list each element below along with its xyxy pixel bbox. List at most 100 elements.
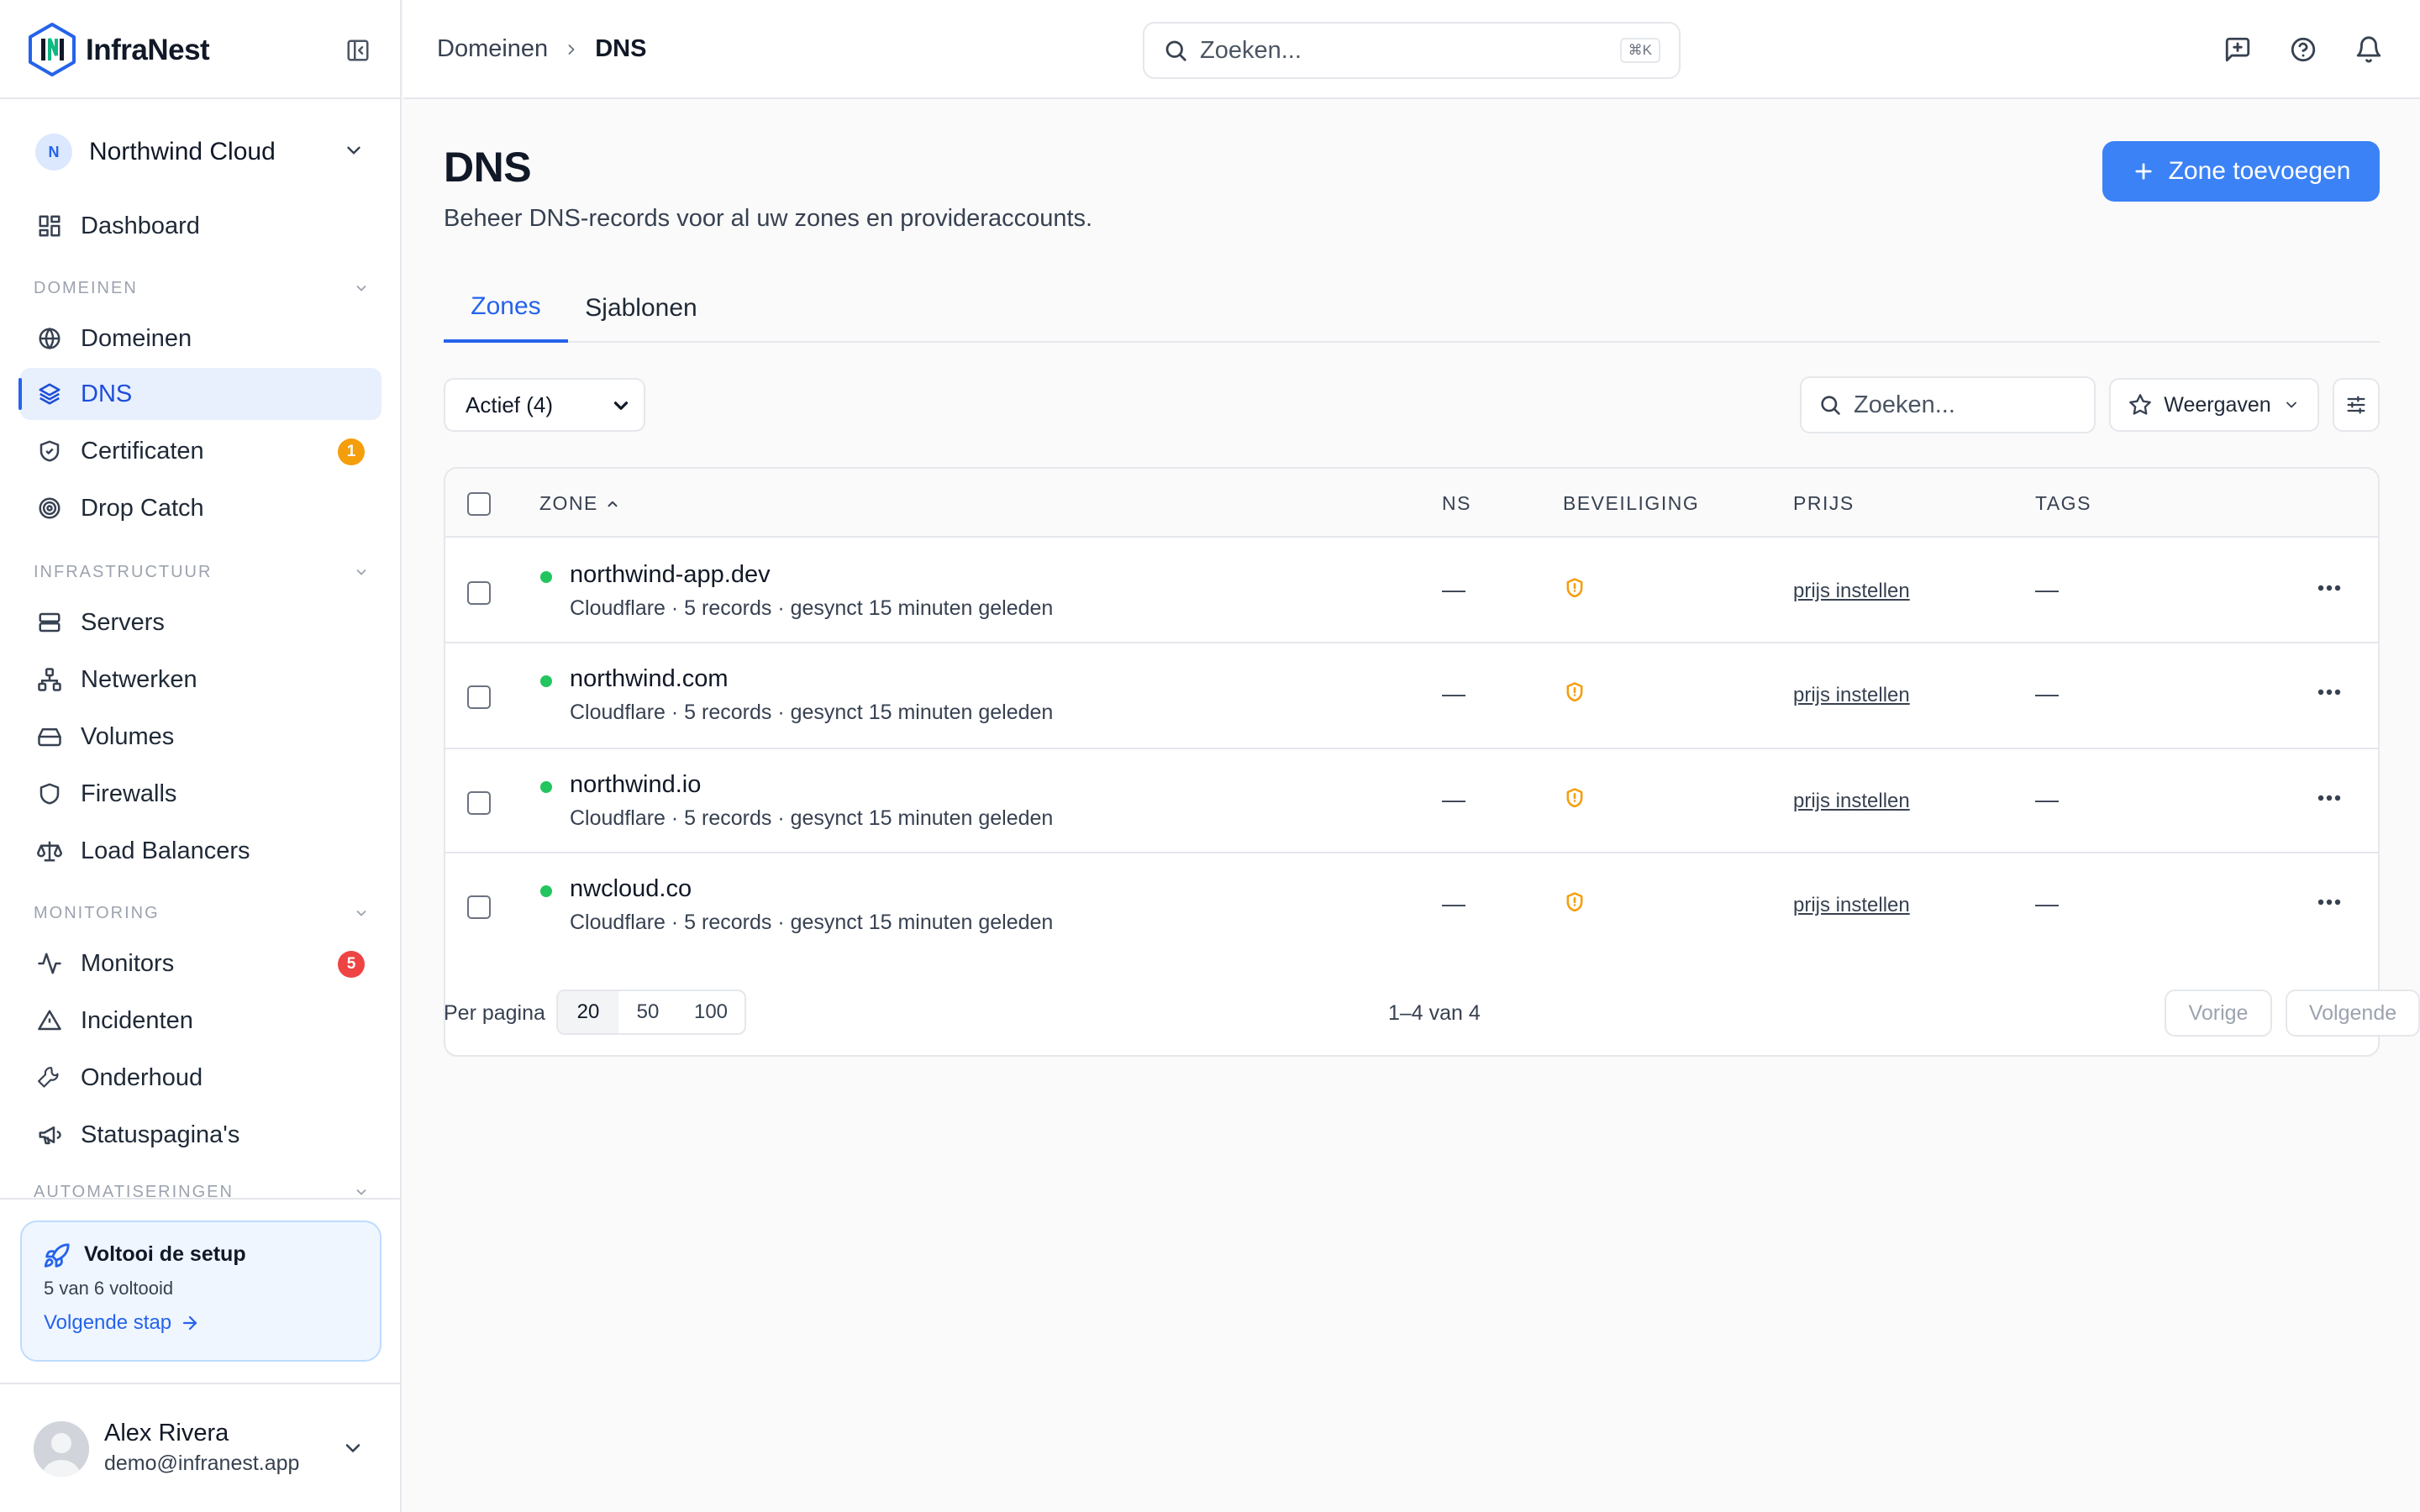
column-header-zone[interactable]: ZONE [539, 492, 620, 515]
setup-card[interactable]: Voltooi de setup 5 van 6 voltooid Volgen… [20, 1221, 381, 1362]
sidebar-item-firewalls[interactable]: Firewalls [20, 768, 381, 820]
per-page-option-20[interactable]: 20 [558, 991, 618, 1033]
sidebar-item-volumes[interactable]: Volumes [20, 711, 381, 763]
status-active-dot [540, 781, 552, 793]
nav-section-monitoring[interactable]: MONITORING [34, 900, 370, 926]
scale-icon [35, 837, 64, 865]
row-checkbox[interactable] [467, 581, 491, 605]
setup-next-link[interactable]: Volgende stap [44, 1311, 200, 1335]
set-price-link[interactable]: prijs instellen [1793, 894, 1910, 917]
set-price-link[interactable]: prijs instellen [1793, 684, 1910, 707]
shield-alert-icon[interactable] [1563, 890, 1586, 918]
chevron-down-icon [356, 910, 366, 916]
next-page-button[interactable]: Volgende [2286, 990, 2420, 1037]
sidebar-item-label: Drop Catch [81, 494, 204, 522]
sidebar-item-servers[interactable]: Servers [20, 596, 381, 648]
zone-name[interactable]: nwcloud.co [570, 875, 692, 903]
tab-label: Sjablonen [585, 294, 697, 322]
shortcut-hint: ⌘K [1619, 38, 1660, 63]
zone-name[interactable]: northwind.com [570, 665, 729, 693]
chevron-down-icon [610, 395, 632, 423]
add-zone-button[interactable]: Zone toevoegen [2102, 141, 2380, 202]
set-price-link[interactable]: prijs instellen [1793, 580, 1910, 603]
sidebar-item-netwerken[interactable]: Netwerken [20, 654, 381, 706]
table-header: ZONE NS BEVEILIGING PRIJS TAGS [445, 469, 2378, 538]
table-search-input[interactable] [1854, 391, 2081, 419]
shield-alert-icon[interactable] [1563, 576, 1586, 604]
column-header-beveiliging[interactable]: BEVEILIGING [1563, 492, 1699, 515]
shield-alert-icon[interactable] [1563, 786, 1586, 814]
sliders-icon [2347, 396, 2365, 414]
status-filter-select[interactable]: Actief (4) [444, 378, 645, 432]
org-name: Northwind Cloud [89, 138, 276, 165]
sidebar-collapse-icon[interactable] [339, 35, 376, 66]
sidebar-item-certificaten[interactable]: Certificaten 1 [20, 425, 381, 477]
views-button[interactable]: Weergaven [2109, 378, 2319, 432]
plus-icon [2135, 163, 2152, 180]
tab-zones[interactable]: Zones [444, 274, 568, 343]
sidebar-item-label: DNS [81, 380, 133, 407]
sidebar-item-monitors[interactable]: Monitors 5 [20, 937, 381, 990]
per-page-option-100[interactable]: 100 [677, 991, 744, 1033]
global-search[interactable]: ⌘K [1143, 22, 1681, 79]
shield-alert-icon[interactable] [1563, 680, 1586, 708]
user-name: Alex Rivera [104, 1420, 229, 1446]
row-checkbox[interactable] [467, 685, 491, 709]
org-switcher[interactable]: N Northwind Cloud [20, 126, 381, 178]
megaphone-icon [35, 1121, 64, 1149]
table-row[interactable]: northwind.com Cloudflare · 5 records · g… [445, 643, 2378, 749]
column-header-prijs[interactable]: PRIJS [1793, 492, 1854, 515]
row-checkbox[interactable] [467, 895, 491, 919]
search-icon [1818, 393, 1842, 417]
arrow-right-icon [183, 1315, 197, 1331]
sidebar-item-incidenten[interactable]: Incidenten [20, 995, 381, 1047]
tab-sjablonen[interactable]: Sjablonen [578, 274, 704, 343]
column-header-tags[interactable]: TAGS [2035, 492, 2091, 515]
zone-name[interactable]: northwind-app.dev [570, 561, 771, 589]
breadcrumb-dns: DNS [595, 35, 647, 62]
row-checkbox[interactable] [467, 791, 491, 815]
nav-section-infrastructuur[interactable]: INFRASTRUCTUUR [34, 559, 370, 585]
sidebar-item-dns[interactable]: DNS [18, 368, 381, 420]
column-settings-button[interactable] [2333, 378, 2380, 432]
sidebar-item-onderhoud[interactable]: Onderhoud [20, 1052, 381, 1104]
user-menu[interactable]: Alex Rivera demo@infranest.app [0, 1383, 402, 1512]
table-row[interactable]: northwind-app.dev Cloudflare · 5 records… [445, 539, 2378, 643]
sidebar-item-statuspaginas[interactable]: Statuspagina's [20, 1109, 381, 1161]
more-actions-icon[interactable] [2312, 892, 2346, 912]
avatar [34, 1421, 89, 1477]
more-actions-icon[interactable] [2312, 578, 2346, 598]
column-header-ns[interactable]: NS [1442, 492, 1471, 515]
sidebar-item-dashboard[interactable]: Dashboard [20, 200, 381, 252]
table-search[interactable] [1800, 376, 2096, 433]
infranest-logo-icon[interactable] [27, 22, 77, 77]
chevron-down-icon [356, 285, 366, 291]
divider [0, 1198, 400, 1200]
globe-icon [35, 324, 64, 353]
set-price-link[interactable]: prijs instellen [1793, 790, 1910, 813]
sidebar-item-load-balancers[interactable]: Load Balancers [20, 825, 381, 877]
nav-section-domeinen[interactable]: DOMEINEN [34, 276, 370, 301]
per-page-option-50[interactable]: 50 [618, 991, 677, 1033]
help-icon[interactable] [2286, 32, 2321, 67]
nav-section-title: MONITORING [34, 903, 160, 922]
more-actions-icon[interactable] [2312, 682, 2346, 702]
zone-tags: — [2035, 576, 2059, 602]
bell-icon[interactable] [2351, 32, 2386, 67]
sidebar-item-drop-catch[interactable]: Drop Catch [20, 482, 381, 534]
brand-header: InfraNest [0, 0, 402, 99]
feedback-icon[interactable] [2220, 32, 2255, 67]
table-row[interactable]: northwind.io Cloudflare · 5 records · ge… [445, 749, 2378, 853]
layers-icon [35, 380, 64, 408]
breadcrumb-domeinen[interactable]: Domeinen [437, 35, 548, 63]
table-row[interactable]: nwcloud.co Cloudflare · 5 records · gesy… [445, 853, 2378, 958]
zone-name[interactable]: northwind.io [570, 771, 701, 799]
global-search-input[interactable] [1200, 36, 1620, 65]
nav-section-automatiseringen[interactable]: AUTOMATISERINGEN [34, 1179, 370, 1198]
server-icon [35, 608, 64, 637]
select-all-checkbox[interactable] [467, 492, 491, 516]
sidebar-item-domeinen[interactable]: Domeinen [20, 312, 381, 365]
page-subtitle: Beheer DNS-records voor al uw zones en p… [444, 205, 1093, 232]
previous-page-button[interactable]: Vorige [2165, 990, 2272, 1037]
more-actions-icon[interactable] [2312, 788, 2346, 808]
